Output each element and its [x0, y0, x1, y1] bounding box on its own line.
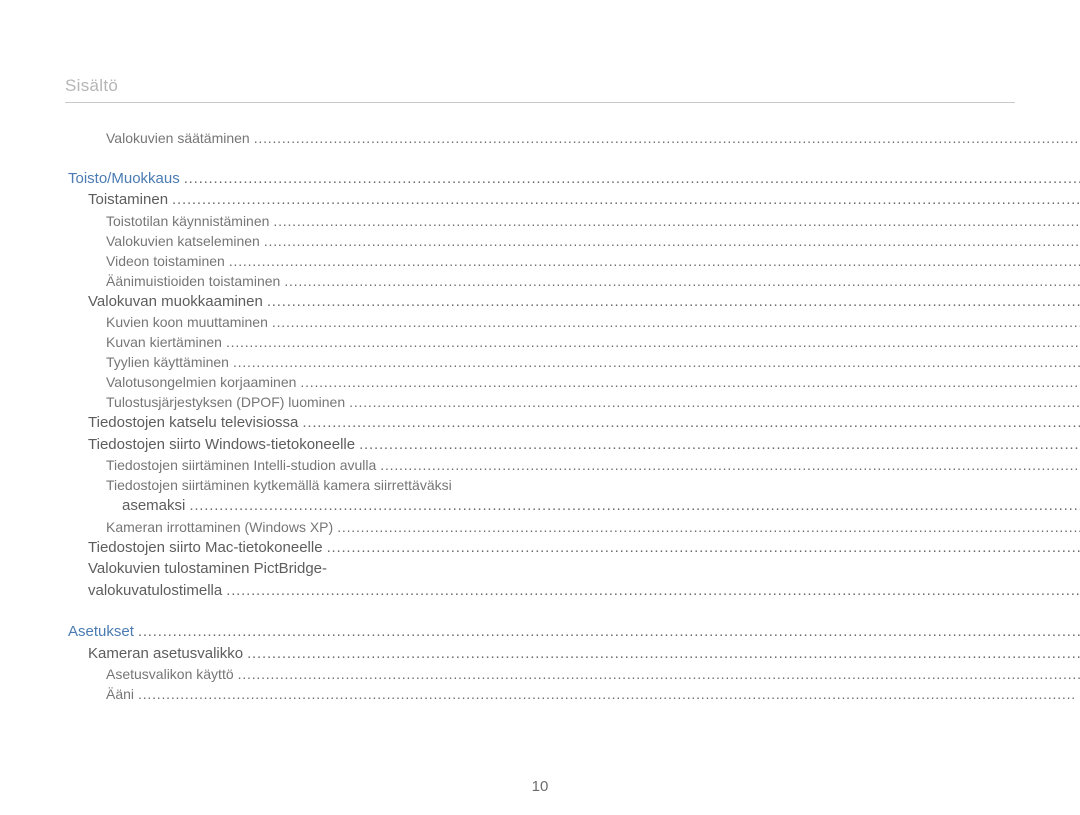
- page-number: 10: [532, 778, 549, 795]
- toc-leader-dots: [254, 128, 1080, 148]
- page: Sisältö Valokuvien säätäminen52 Toisto/Mu…: [0, 0, 1080, 815]
- toc-entry-label: Tiedostojen siirtäminen kytkemällä kamer…: [106, 475, 452, 495]
- toc-entry-label: Tiedostojen siirtäminen Intelli-studion …: [106, 455, 376, 475]
- toc-entry[interactable]: Valokuvien katseleminen58: [106, 231, 1080, 251]
- page-header: Sisältö: [65, 76, 1015, 103]
- toc-leader-dots: [229, 251, 1080, 271]
- toc-entry-label: Ääni: [106, 684, 134, 704]
- toc-entry-label: Äänimuistioiden toistaminen: [106, 271, 280, 291]
- toc-leader-dots: [359, 434, 1080, 455]
- toc-entry[interactable]: Valotusongelmien korjaaminen64: [106, 372, 1080, 392]
- toc-entry[interactable]: Valokuvien säätäminen52: [106, 128, 1080, 148]
- toc-leader-dots: [380, 455, 1080, 475]
- toc-entry[interactable]: Toistotilan käynnistäminen54: [106, 211, 1080, 231]
- toc-section-label: Toisto/Muokkaus: [68, 168, 180, 189]
- toc-entry-label: Kameran irrottaminen (Windows XP): [106, 517, 333, 537]
- toc-leader-dots: [272, 312, 1080, 332]
- toc-entry-label: Kameran asetusvalikko: [88, 643, 243, 664]
- toc-entry-label: Valokuvan muokkaaminen: [88, 291, 263, 312]
- toc-leader-dots: [138, 684, 1080, 704]
- toc-leader-dots: [226, 332, 1080, 352]
- toc-entry-label: valokuvatulostimella: [88, 580, 222, 601]
- toc-entry[interactable]: Ääni77: [106, 684, 1080, 704]
- toc-entry-label: Valotusongelmien korjaaminen: [106, 372, 296, 392]
- toc-entry[interactable]: Valokuvien tulostaminen PictBridge-: [88, 558, 1080, 579]
- header-title: Sisältö: [65, 76, 118, 95]
- toc-entry[interactable]: Tiedostojen siirtäminen Intelli-studion …: [106, 455, 1080, 475]
- toc-leader-dots: [138, 621, 1080, 642]
- toc-entry-label: Valokuvien tulostaminen PictBridge-: [88, 558, 327, 579]
- page-number-footer: 10: [0, 778, 1080, 795]
- toc-entry[interactable]: asemaksi71: [122, 495, 1080, 516]
- toc-entry[interactable]: valokuvatulostimella74: [88, 580, 1080, 601]
- toc-entry-label: Valokuvien katseleminen: [106, 231, 260, 251]
- toc-leader-dots: [247, 643, 1080, 664]
- toc-entry-label: Toistaminen: [88, 189, 168, 210]
- toc-entry[interactable]: Tiedostojen siirtäminen kytkemällä kamer…: [106, 475, 1080, 495]
- toc-entry[interactable]: Kameran irrottaminen (Windows XP)72: [106, 517, 1080, 537]
- toc-leader-dots: [327, 537, 1080, 558]
- toc-entry-label: Tiedostojen katselu televisiossa: [88, 412, 298, 433]
- toc-entry[interactable]: Tyylien käyttäminen63: [106, 352, 1080, 372]
- toc-entry[interactable]: Asetusvalikon käyttö76: [106, 664, 1080, 684]
- toc-leader-dots: [273, 211, 1080, 231]
- toc-entry[interactable]: Toisto/Muokkaus53: [68, 168, 1080, 189]
- toc-leader-dots: [300, 372, 1080, 392]
- toc-leader-dots: [172, 189, 1080, 210]
- toc-entry[interactable]: Tulostusjärjestyksen (DPOF) luominen65: [106, 392, 1080, 412]
- toc-entry[interactable]: Kameran asetusvalikko76: [88, 643, 1080, 664]
- toc-entry[interactable]: Tiedostojen siirto Windows-tietokoneelle…: [88, 434, 1080, 455]
- toc-entry[interactable]: Kuvan kiertäminen62: [106, 332, 1080, 352]
- toc-entry-label: Toistotilan käynnistäminen: [106, 211, 269, 231]
- toc-entry-label: Tyylien käyttäminen: [106, 352, 229, 372]
- toc-leader-dots: [226, 580, 1080, 601]
- toc-leader-dots: [349, 392, 1080, 412]
- toc-entry-label: Tiedostojen siirto Windows-tietokoneelle: [88, 434, 355, 455]
- toc-leader-dots: [267, 291, 1080, 312]
- toc-entry[interactable]: Kuvien koon muuttaminen62: [106, 312, 1080, 332]
- toc-entry-label: Asetusvalikon käyttö: [106, 664, 234, 684]
- toc-leader-dots: [337, 517, 1080, 537]
- toc-leader-dots: [233, 352, 1080, 372]
- toc-entry[interactable]: Videon toistaminen59: [106, 251, 1080, 271]
- toc-leader-dots: [264, 231, 1080, 251]
- toc-entry-label: Tiedostojen siirto Mac-tietokoneelle: [88, 537, 323, 558]
- toc-section-label: Asetukset: [68, 621, 134, 642]
- toc-entry[interactable]: Äänimuistioiden toistaminen60: [106, 271, 1080, 291]
- toc-entry[interactable]: Toistaminen54: [88, 189, 1080, 210]
- toc-leader-dots: [238, 664, 1080, 684]
- toc-entry-label: Kuvan kiertäminen: [106, 332, 222, 352]
- toc-entry-label: Tulostusjärjestyksen (DPOF) luominen: [106, 392, 345, 412]
- toc-leader-dots: [184, 168, 1080, 189]
- toc-entry-label: Videon toistaminen: [106, 251, 225, 271]
- toc-entry[interactable]: Valokuvan muokkaaminen62: [88, 291, 1080, 312]
- toc-entry-label: Kuvien koon muuttaminen: [106, 312, 268, 332]
- toc-column-left: Valokuvien säätäminen52 Toisto/Muokkaus53…: [68, 128, 1080, 704]
- toc-entry-label: Valokuvien säätäminen: [106, 128, 250, 148]
- toc-entry[interactable]: Tiedostojen katselu televisiossa66: [88, 412, 1080, 433]
- toc-leader-dots: [302, 412, 1080, 433]
- toc-leader-dots: [189, 495, 1080, 516]
- toc-columns: Valokuvien säätäminen52Toisto/Muokkaus53…: [68, 128, 1034, 704]
- toc-entry-label: asemaksi: [122, 495, 185, 516]
- toc-entry[interactable]: Tiedostojen siirto Mac-tietokoneelle73: [88, 537, 1080, 558]
- toc-leader-dots: [284, 271, 1080, 291]
- toc-entry[interactable]: Asetukset75: [68, 621, 1080, 642]
